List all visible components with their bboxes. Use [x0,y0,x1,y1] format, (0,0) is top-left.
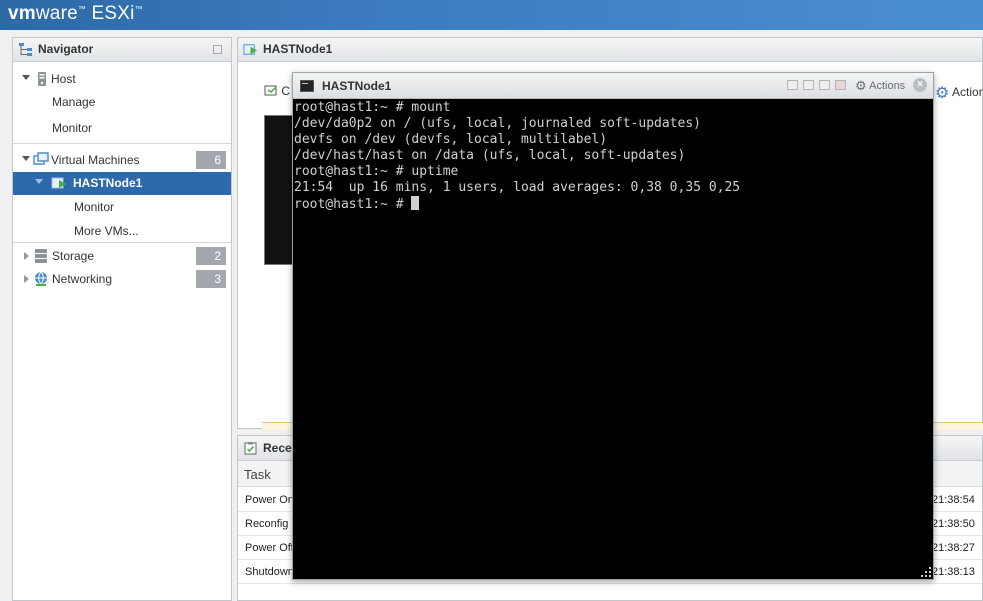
terminal-line: root@hast1:~ # mount [294,100,451,115]
nav-item-vm-hastnode1[interactable]: HASTNode1 [13,172,231,195]
storage-icon [35,249,47,263]
clipboard-check-icon [244,442,257,455]
terminal-prompt: root@hast1:~ # [294,197,412,212]
task-name: Power On [245,494,294,506]
divider [13,242,231,243]
restore-icon[interactable] [803,80,814,90]
nav-item-label: More VMs... [74,224,139,238]
nav-item-label: Virtual Machines [51,153,140,167]
task-time: 21:38:54 [932,494,975,506]
column-header-label: Task [244,467,271,482]
nav-item-host[interactable]: Host [13,68,231,91]
vm-powered-on-icon [51,177,66,189]
task-name: Reconfig V [245,518,299,530]
navigator-header: Navigator [13,38,231,62]
console-window[interactable]: HASTNode1 ⚙ Actions × root@hast1:~ # mou… [292,72,934,580]
actions-button[interactable]: ⚙ Actions [935,83,983,103]
vm-detail-title: HASTNode1 [263,42,333,56]
terminal-line: root@hast1:~ # uptime [294,164,459,179]
close-icon[interactable]: × [913,78,927,92]
terminal-cursor [411,196,420,210]
minimize-icon[interactable] [213,45,222,54]
nav-item-virtual-machines[interactable]: Virtual Machines 6 [13,149,231,172]
nav-item-vm-monitor[interactable]: Monitor [13,196,231,219]
navigator-title: Navigator [38,42,94,56]
top-banner: vmware™ ESXi™ [0,0,983,30]
chevron-down-icon[interactable] [22,156,30,161]
nav-item-label: Manage [52,95,96,109]
console-actions-button[interactable]: ⚙ Actions [855,78,905,94]
count-badge: 6 [196,151,226,169]
task-name: Shutdown [245,566,294,578]
nav-item-label: Networking [52,272,113,286]
terminal-icon [300,80,314,92]
nav-item-label: Host [51,72,76,86]
console-titlebar[interactable]: HASTNode1 ⚙ Actions × [293,73,933,99]
console-screen[interactable]: root@hast1:~ # mount/dev/da0p2 on / (ufs… [293,99,933,579]
chevron-right-icon[interactable] [24,252,29,260]
navigator-icon [19,43,32,56]
chevron-down-icon[interactable] [35,179,43,184]
terminal-output: root@hast1:~ # mount/dev/da0p2 on / (ufs… [294,100,740,213]
vm-detail-header: HASTNode1 [238,38,982,62]
terminal-line: devfs on /dev (devfs, local, multilabel) [294,132,608,147]
divider [13,143,231,144]
task-time: 21:38:50 [932,518,975,530]
recent-tasks-title: Rece [263,441,292,455]
chevron-down-icon[interactable] [22,75,30,80]
terminal-prompt-line[interactable]: root@hast1:~ # [294,196,740,213]
nav-item-label: HASTNode1 [73,176,143,190]
console-actions-label: Actions [869,80,906,92]
nav-item-host-manage[interactable]: Manage [13,91,231,114]
task-time: 21:38:27 [932,542,975,554]
task-name: Power Off [245,542,294,554]
terminal-line: /dev/da0p2 on / (ufs, local, journaled s… [294,116,701,131]
gear-icon: ⚙ [855,78,867,93]
minimize-icon[interactable] [787,80,798,90]
count-badge: 2 [196,247,226,265]
console-icon [264,85,277,96]
nav-item-host-monitor[interactable]: Monitor [13,117,231,140]
actions-label: Actions [952,85,983,99]
console-title: HASTNode1 [322,79,392,93]
navigator-panel: Navigator Host Manage Monitor Virtual Ma… [12,37,232,601]
chevron-right-icon[interactable] [24,275,29,283]
network-icon [35,271,47,286]
maximize-icon[interactable] [819,80,830,90]
console-button-label: C [281,84,291,98]
nav-item-networking[interactable]: Networking 3 [13,268,231,291]
count-badge: 3 [196,270,226,288]
nav-item-storage[interactable]: Storage 2 [13,245,231,268]
nav-item-label: Monitor [52,121,93,135]
terminal-line: 21:54 up 16 mins, 1 users, load averages… [294,180,741,195]
nav-item-more-vms[interactable]: More VMs... [13,220,231,243]
vm-group-icon [33,152,49,165]
gear-icon: ⚙ [935,85,950,102]
nav-item-label: Storage [52,249,95,263]
nav-item-label: Monitor [74,200,115,214]
vm-powered-on-icon [243,44,258,55]
console-button[interactable]: C [264,84,290,98]
server-icon [38,72,46,86]
task-time: 21:38:13 [932,566,975,578]
vmware-esxi-logo: vmware™ ESXi™ [8,3,143,24]
resize-grip-icon[interactable] [921,567,931,577]
flag-icon[interactable] [835,80,846,90]
terminal-line: /dev/hast/hast on /data (ufs, local, sof… [294,148,686,163]
